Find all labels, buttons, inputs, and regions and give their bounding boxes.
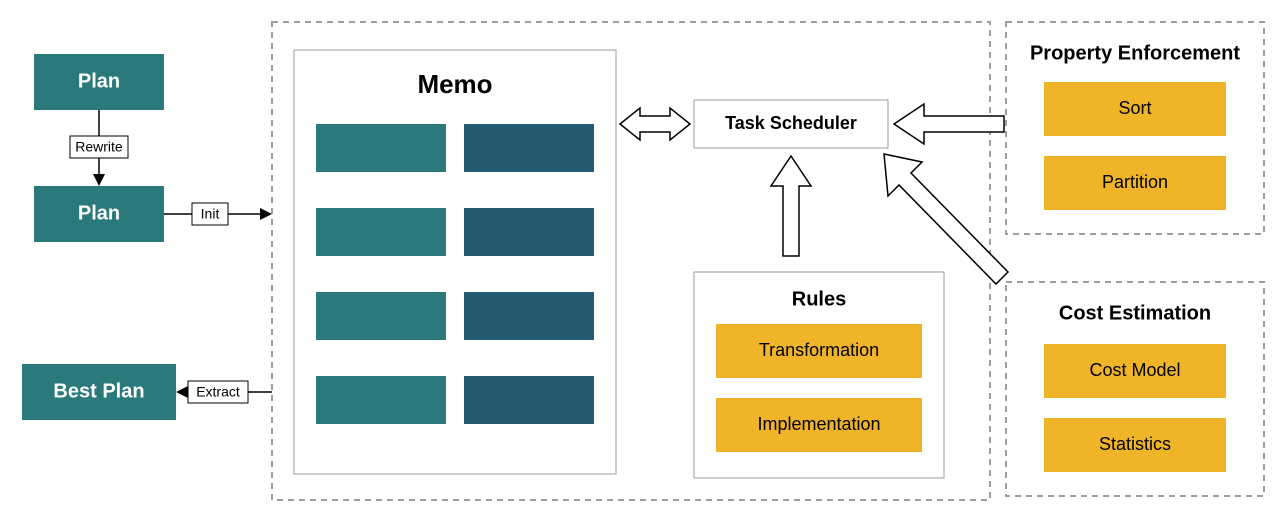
partition-label: Partition [1102,172,1168,192]
plan-flow: Plan Plan Best Plan Rewrite Init Extract [22,54,272,420]
memo-title: Memo [417,69,492,99]
cost-model-label: Cost Model [1089,360,1180,380]
rules-transformation-label: Transformation [759,340,879,360]
memo-slot [464,124,594,172]
best-plan-label: Best Plan [53,380,144,402]
statistics-label: Statistics [1099,434,1171,454]
plan-label-2: Plan [78,202,120,224]
rules-implementation-label: Implementation [757,414,880,434]
task-scheduler-label: Task Scheduler [725,113,857,133]
rewrite-label: Rewrite [75,139,123,155]
task-scheduler-box: Task Scheduler [694,100,888,148]
diagram-root: Memo Task Scheduler Rules Transformation… [0,0,1280,523]
property-enforcement-panel: Property Enforcement Sort Partition [1006,22,1264,234]
cost-estimation-title: Cost Estimation [1059,302,1211,324]
memo-slot [464,292,594,340]
memo-slot [316,124,446,172]
sort-label: Sort [1118,98,1151,118]
memo-slot [464,376,594,424]
memo-slot [316,292,446,340]
plan-label-1: Plan [78,70,120,92]
property-enforcement-title: Property Enforcement [1030,42,1240,64]
cost-estimation-panel: Cost Estimation Cost Model Statistics [1006,282,1264,496]
init-label: Init [201,206,220,222]
memo-panel: Memo [294,50,616,474]
memo-slot [316,208,446,256]
rules-panel: Rules Transformation Implementation [694,272,944,478]
rules-title: Rules [792,288,846,310]
memo-slot [316,376,446,424]
extract-label: Extract [196,384,240,400]
memo-slot [464,208,594,256]
